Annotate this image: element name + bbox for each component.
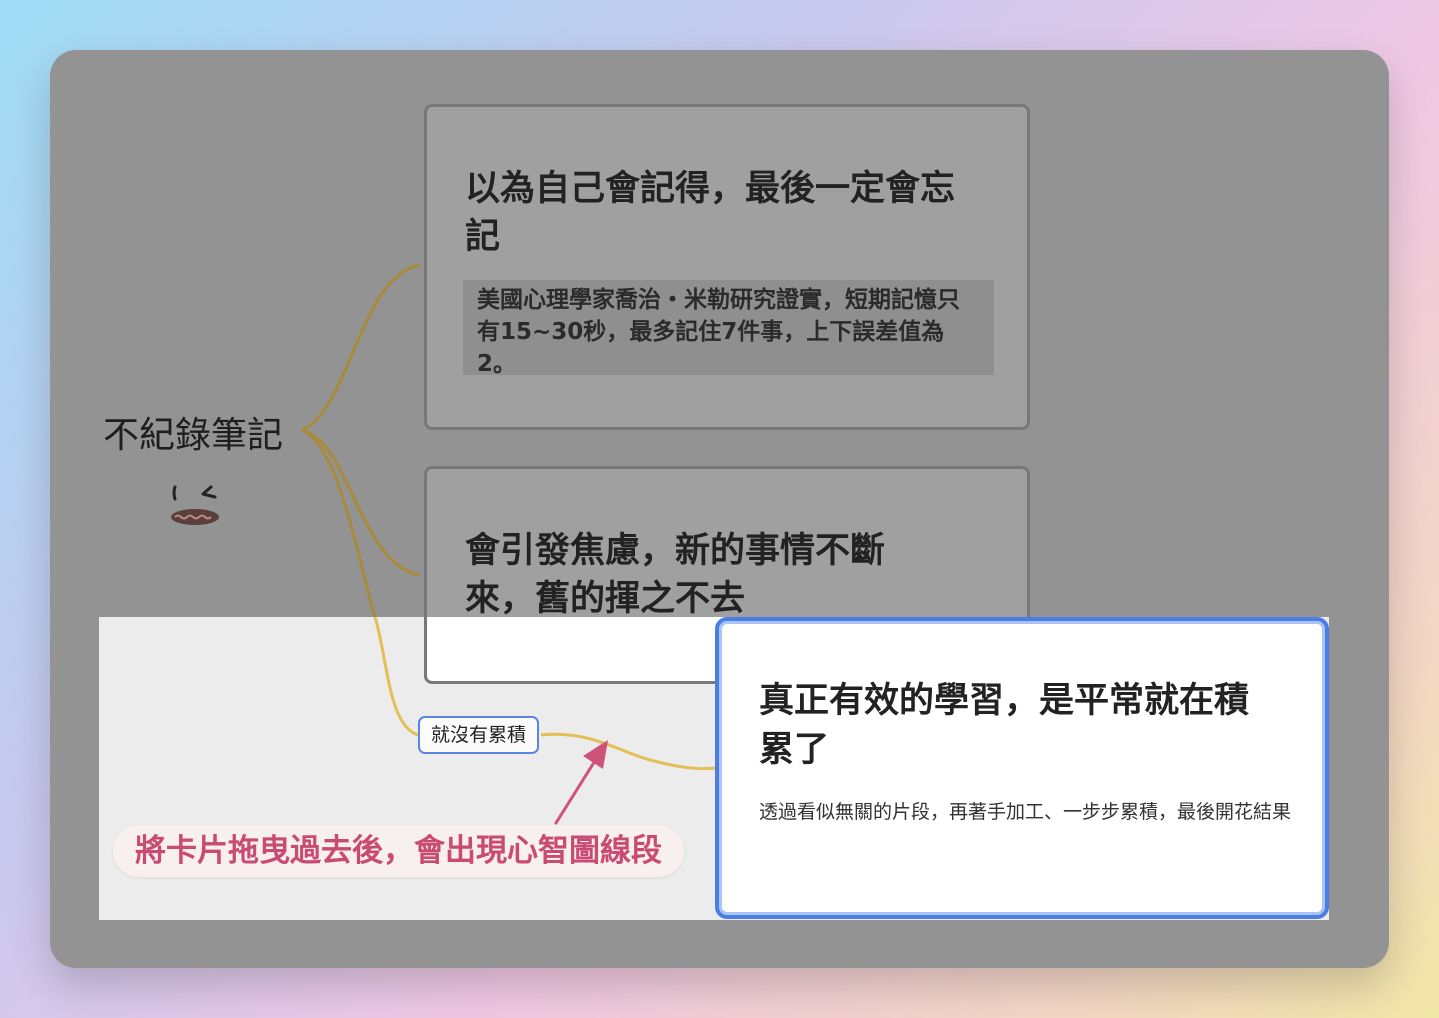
card-1-title: 以為自己會記得，最後一定會忘記 [465, 169, 956, 257]
callout-arrow-line [554, 754, 600, 825]
branch-to-link-node [373, 616, 419, 737]
mindmap-card-1[interactable]: 以為自己會記得，最後一定會忘記 美國心理學家喬治・米勒研究證實，短期記憶只有15… [424, 104, 1030, 430]
wink-face-icon [171, 485, 219, 525]
link-node[interactable]: 就沒有累積 [418, 716, 540, 754]
branch-to-focus-card [540, 732, 716, 771]
card-1-body: 美國心理學家喬治・米勒研究證實，短期記憶只有15~30秒，最多記住7件事，上下誤… [463, 280, 994, 377]
branch-to-card-1 [301, 263, 421, 432]
branch-to-card-2 [301, 428, 421, 577]
focus-card-title: 真正有效的學習，是平常就在積累了 [759, 681, 1250, 770]
card-2-title: 會引發焦慮，新的事情不斷來，舊的揮之不去 [465, 531, 886, 619]
root-node-label[interactable]: 不紀錄筆記 [103, 406, 283, 458]
focus-card[interactable]: 真正有效的學習，是平常就在積累了 透過看似無關的片段，再著手加工、一步步累積，最… [715, 617, 1329, 919]
instruction-callout: 將卡片拖曳過去後，會出現心智圖線段 [113, 825, 684, 877]
canvas-window: 不紀錄筆記 以為自己會記得，最後一定會忘記 美國心理學家喬治・米勒研究證實，短期… [50, 50, 1389, 968]
focus-card-body: 透過看似無關的片段，再著手加工、一步步累積，最後開花結果 [759, 801, 1292, 823]
callout-arrow-head [583, 740, 608, 769]
branch-to-link-node-dim [301, 428, 377, 618]
